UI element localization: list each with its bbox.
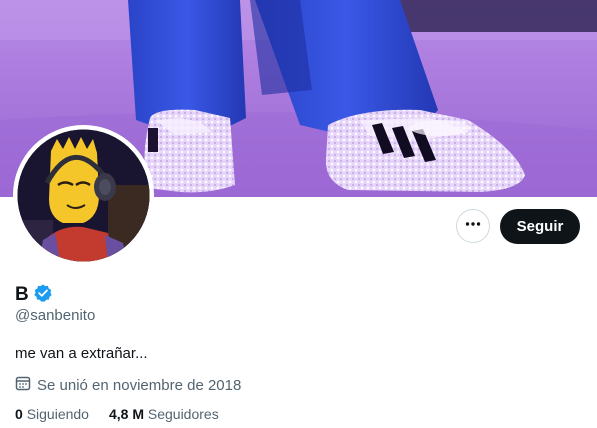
profile-handle: @sanbenito xyxy=(15,307,96,324)
joined-date: Se unió en noviembre de 2018 xyxy=(15,375,241,395)
ellipsis-icon xyxy=(464,215,482,238)
profile-bio: me van a extrañar... xyxy=(15,345,148,362)
calendar-icon xyxy=(15,375,31,395)
follow-button[interactable]: Seguir xyxy=(500,209,580,244)
following-link[interactable]: 0 Siguiendo xyxy=(15,406,89,422)
display-name: B xyxy=(15,284,29,305)
profile-avatar[interactable] xyxy=(13,125,154,266)
follow-stats: 0 Siguiendo 4,8 M Seguidores xyxy=(15,406,219,422)
joined-date-text: Se unió en noviembre de 2018 xyxy=(37,376,242,394)
following-label: Siguiendo xyxy=(26,406,89,422)
more-options-button[interactable] xyxy=(456,209,490,243)
verified-badge-icon[interactable] xyxy=(33,283,53,308)
profile-name-row: B xyxy=(15,283,53,308)
followers-label: Seguidores xyxy=(147,406,219,422)
profile-page: Seguir B @sanbenito me van a extrañar... xyxy=(0,0,597,428)
followers-count: 4,8 M xyxy=(108,406,144,422)
followers-link[interactable]: 4,8 M Seguidores xyxy=(109,406,219,422)
following-count: 0 xyxy=(15,406,23,422)
